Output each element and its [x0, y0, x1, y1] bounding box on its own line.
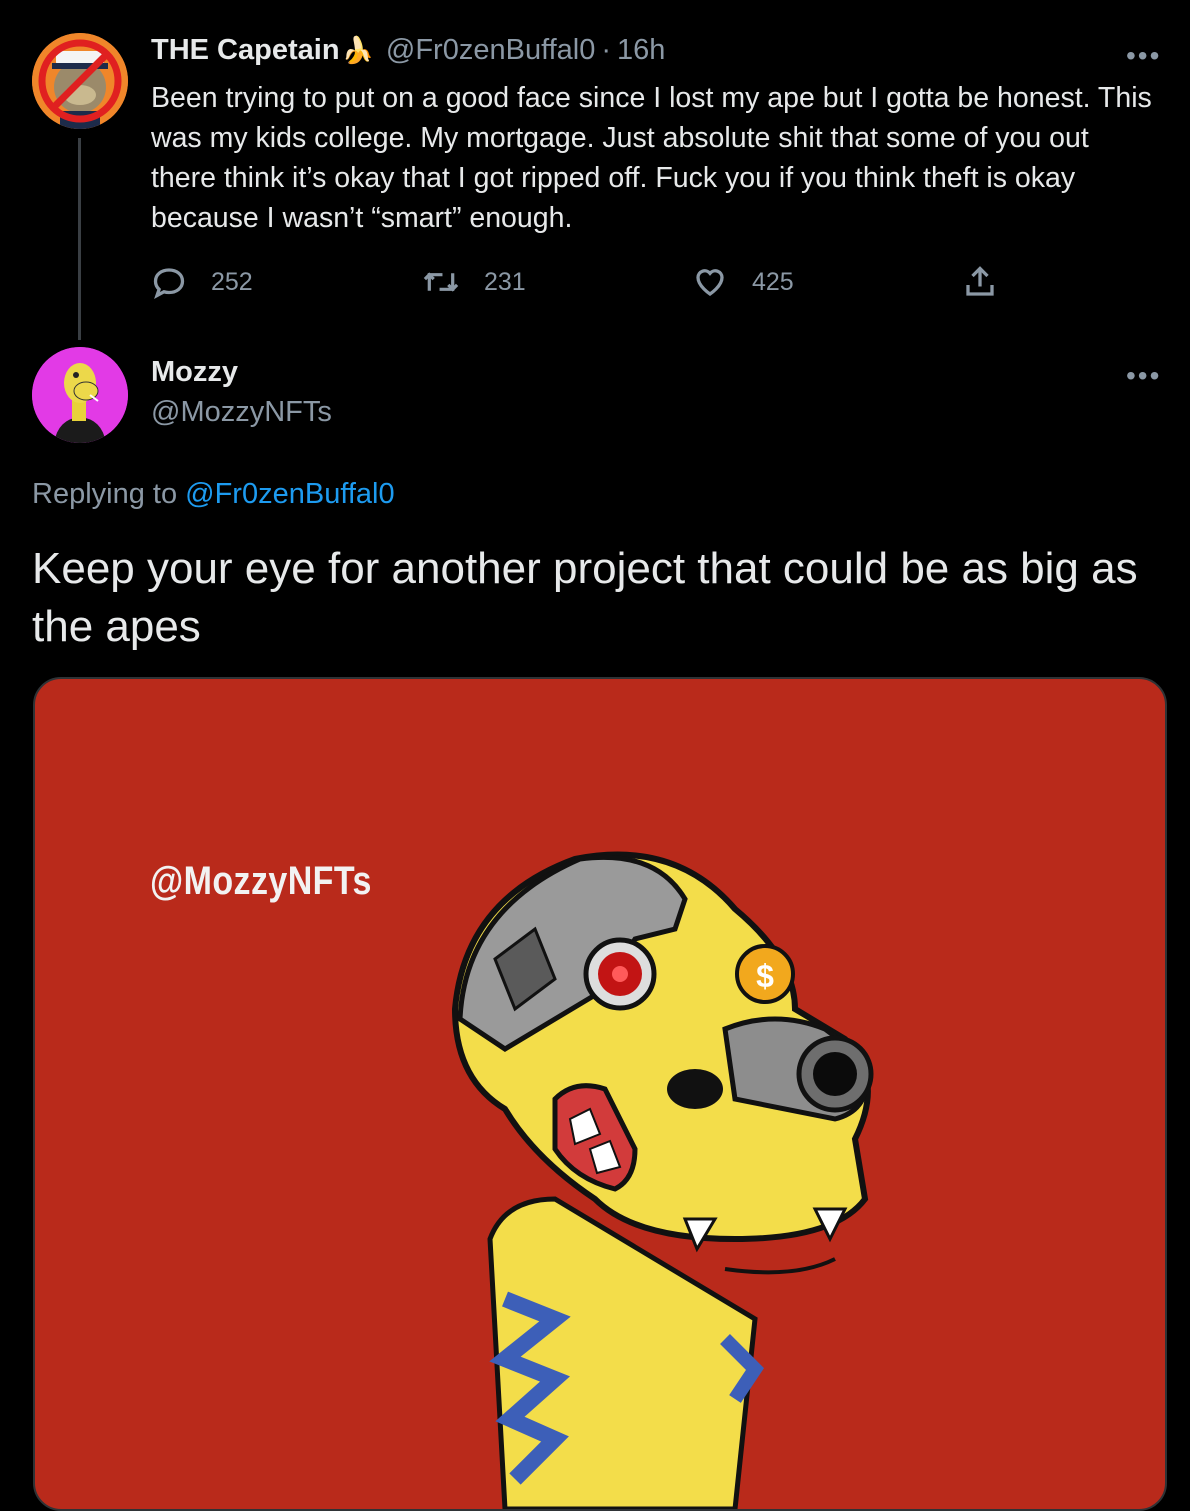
- tweet1-more-icon[interactable]: •••: [1126, 40, 1161, 72]
- avatar-dino-image: [32, 347, 128, 443]
- replying-to-line: Replying to @Fr0zenBuffal0: [32, 478, 395, 511]
- tweet2-handle[interactable]: @MozzyNFTs: [151, 396, 332, 429]
- retweet-button[interactable]: 231: [422, 264, 526, 300]
- avatar-ape-image: [32, 33, 128, 129]
- reply-button[interactable]: 252: [151, 264, 253, 300]
- replying-prefix: Replying to: [32, 478, 186, 510]
- retweet-count: 231: [484, 267, 526, 296]
- tweet1-handle[interactable]: @Fr0zenBuffal0: [386, 34, 595, 67]
- like-count: 425: [752, 267, 794, 296]
- replying-to-link[interactable]: @Fr0zenBuffal0: [185, 478, 394, 510]
- svg-text:$: $: [756, 958, 774, 994]
- like-button[interactable]: 425: [692, 264, 794, 300]
- share-button[interactable]: [962, 264, 998, 300]
- tweet2-display-name[interactable]: Mozzy: [151, 356, 238, 389]
- retweet-icon: [423, 272, 459, 292]
- avatar-mozzy[interactable]: [32, 347, 128, 443]
- reply-icon: [153, 268, 185, 299]
- tweet1-separator: ·: [601, 34, 612, 66]
- banana-emoji-icon: 🍌: [341, 35, 374, 65]
- tweet1-text: Been trying to put on a good face since …: [151, 82, 1152, 234]
- heart-icon: [696, 269, 724, 296]
- thread-connector-line: [78, 138, 81, 340]
- avatar-capetain[interactable]: [32, 33, 128, 129]
- tweet1-timestamp[interactable]: 16h: [617, 34, 665, 67]
- tweet1-display-name[interactable]: THE Capetain: [151, 34, 340, 67]
- tweet1-header: THE Capetain 🍌 @Fr0zenBuffal0 · 16h: [151, 34, 665, 67]
- cyborg-dino-illustration: $: [451, 851, 874, 1509]
- tweet2-media-image[interactable]: @MozzyNFTs $: [33, 677, 1167, 1511]
- tweet2-more-icon[interactable]: •••: [1126, 360, 1161, 392]
- tweet2-text: Keep your eye for another project that c…: [32, 544, 1138, 651]
- reply-count: 252: [211, 267, 253, 296]
- share-icon: [966, 266, 994, 296]
